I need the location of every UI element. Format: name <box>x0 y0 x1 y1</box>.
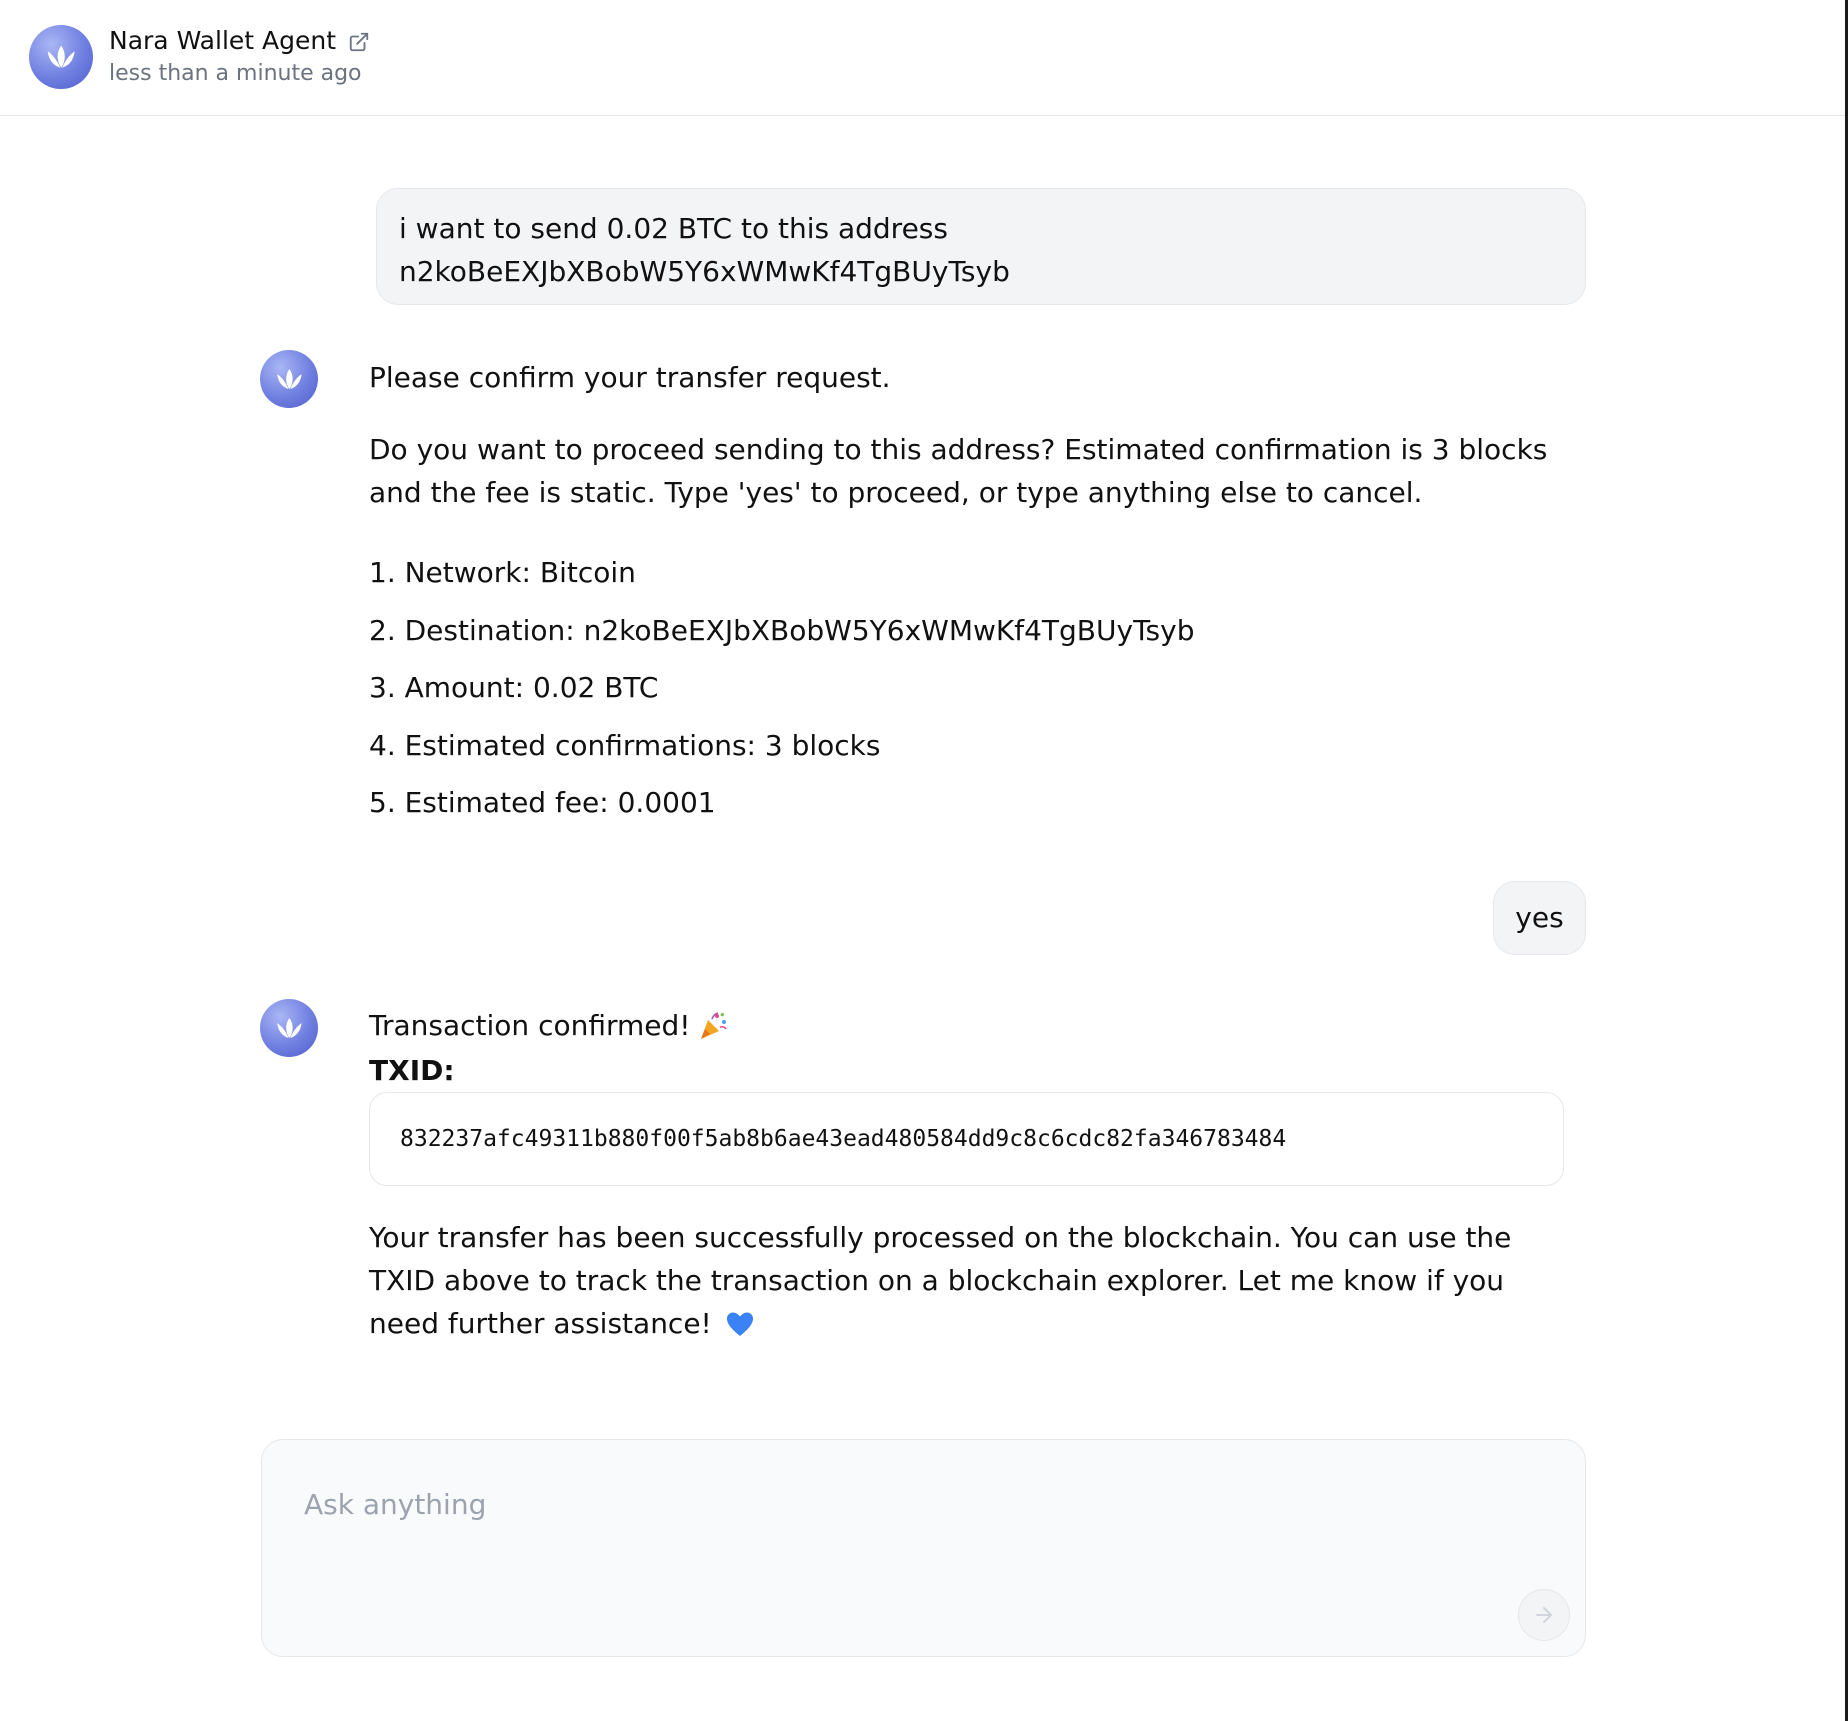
chat-header: Nara Wallet Agent less than a minute ago <box>0 0 1845 116</box>
arrow-right-icon <box>1536 1607 1552 1623</box>
agent-message-title: Transaction confirmed! <box>369 1004 729 1047</box>
confirmation-title: Transaction confirmed! <box>369 1009 691 1042</box>
user-message-line: n2koBeEXJbXBobW5Y6xWMwKf4TgBUyTsyb <box>399 255 1010 288</box>
agent-avatar <box>260 999 318 1057</box>
confirmation-body: Your transfer has been successfully proc… <box>369 1221 1512 1340</box>
agent-name[interactable]: Nara Wallet Agent <box>109 26 370 55</box>
chat-input[interactable] <box>304 1482 1504 1526</box>
txid-code-block[interactable]: 832237afc49311b880f00f5ab8b6ae43ead48058… <box>369 1092 1564 1186</box>
party-popper-icon <box>697 1010 729 1042</box>
lotus-logo-icon <box>276 368 302 389</box>
send-button[interactable] <box>1518 1589 1570 1641</box>
agent-avatar <box>260 350 318 408</box>
list-item: 4. Estimated confirmations: 3 blocks <box>369 728 881 762</box>
txid-label: TXID: <box>369 1054 455 1087</box>
user-message-line: i want to send 0.02 BTC to this address <box>399 212 948 245</box>
list-item: 3. Amount: 0.02 BTC <box>369 671 659 704</box>
txid-value: 832237afc49311b880f00f5ab8b6ae43ead48058… <box>400 1126 1287 1152</box>
chat-window: Nara Wallet Agent less than a minute ago… <box>0 0 1848 1721</box>
external-link-icon[interactable] <box>348 30 370 52</box>
list-item: 2. Destination: n2koBeEXJbXBobW5Y6xWMwKf… <box>369 613 1195 647</box>
agent-name-label: Nara Wallet Agent <box>109 26 337 55</box>
message-timestamp: less than a minute ago <box>109 61 362 86</box>
blue-heart-icon <box>725 1307 755 1336</box>
user-message-bubble: i want to send 0.02 BTC to this address … <box>376 188 1586 305</box>
agent-message-body: Do you want to proceed sending to this a… <box>369 433 1548 509</box>
user-message-bubble: yes <box>1493 881 1586 955</box>
lotus-logo-icon <box>276 1017 302 1038</box>
message-composer <box>261 1439 1586 1657</box>
user-message-text: yes <box>1515 901 1564 934</box>
list-item: 5. Estimated fee: 0.0001 <box>369 786 716 819</box>
agent-message-body: Your transfer has been successfully proc… <box>369 1216 1569 1345</box>
transfer-details-list: 1. Network: Bitcoin 2. Destination: n2ko… <box>369 551 1194 839</box>
agent-message-title: Please confirm your transfer request. <box>369 361 891 394</box>
list-item: 1. Network: Bitcoin <box>369 556 636 589</box>
lotus-logo-icon <box>29 25 93 89</box>
